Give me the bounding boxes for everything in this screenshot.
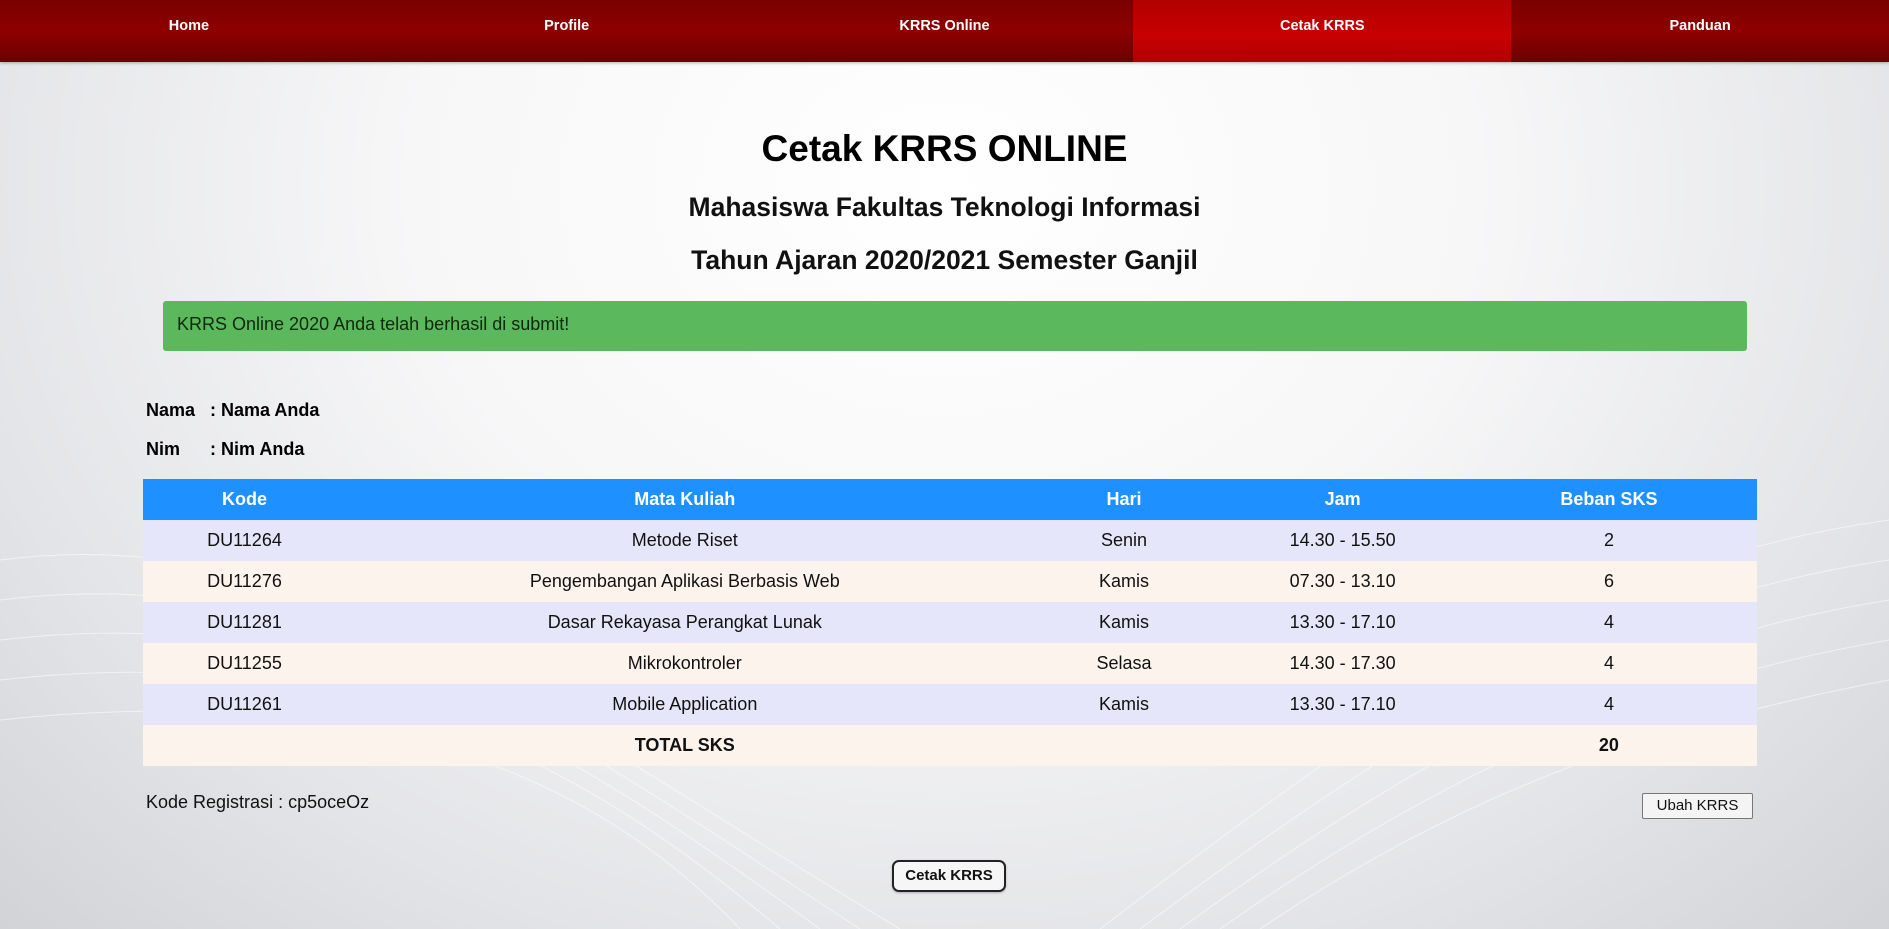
student-name-value: : Nama Anda bbox=[210, 400, 320, 420]
table-row: DU11261 Mobile Application Kamis 13.30 -… bbox=[143, 684, 1757, 725]
page-title: Cetak KRRS ONLINE bbox=[761, 128, 1128, 169]
nav-home[interactable]: Home bbox=[0, 0, 378, 62]
registration-code: Kode Registrasi : cp5oceOz bbox=[146, 792, 370, 812]
cetak-krrs-button[interactable]: Cetak KRRS bbox=[892, 860, 1006, 892]
cell-empty bbox=[143, 725, 346, 766]
header-hari: Hari bbox=[1023, 479, 1225, 520]
cell-hari: Kamis bbox=[1023, 561, 1225, 602]
cell-jam: 07.30 - 13.10 bbox=[1224, 561, 1461, 602]
cell-kode: DU11255 bbox=[143, 643, 346, 684]
header-mata-kuliah: Mata Kuliah bbox=[345, 479, 1024, 520]
nav-krrs-online[interactable]: KRRS Online bbox=[756, 0, 1134, 62]
cell-hari: Senin bbox=[1023, 520, 1225, 561]
cell-hari: Selasa bbox=[1023, 643, 1225, 684]
table-row: DU11276 Pengembangan Aplikasi Berbasis W… bbox=[143, 561, 1757, 602]
nav-profile[interactable]: Profile bbox=[378, 0, 756, 62]
cell-kode: DU11276 bbox=[143, 561, 346, 602]
cell-kode: DU11261 bbox=[143, 684, 346, 725]
cell-kode: DU11264 bbox=[143, 520, 346, 561]
cell-hari: Kamis bbox=[1023, 684, 1225, 725]
cell-jam: 14.30 - 17.30 bbox=[1224, 643, 1461, 684]
student-nim-value: : Nim Anda bbox=[210, 439, 305, 459]
cell-sks: 4 bbox=[1460, 602, 1757, 643]
ubah-krrs-button[interactable]: Ubah KRRS bbox=[1642, 793, 1753, 819]
page-subtitle-year: Tahun Ajaran 2020/2021 Semester Ganjil bbox=[691, 245, 1198, 275]
table-row: DU11264 Metode Riset Senin 14.30 - 15.50… bbox=[143, 520, 1757, 561]
table-row: DU11255 Mikrokontroler Selasa 14.30 - 17… bbox=[143, 643, 1757, 684]
cell-jam: 13.30 - 17.10 bbox=[1224, 602, 1461, 643]
total-sks-label: TOTAL SKS bbox=[345, 725, 1024, 766]
header-jam: Jam bbox=[1224, 479, 1461, 520]
cell-kode: DU11281 bbox=[143, 602, 346, 643]
success-alert: KRRS Online 2020 Anda telah berhasil di … bbox=[163, 301, 1747, 351]
cell-mata-kuliah: Metode Riset bbox=[345, 520, 1024, 561]
cell-jam: 13.30 - 17.10 bbox=[1224, 684, 1461, 725]
header-kode: Kode bbox=[143, 479, 346, 520]
student-nim-label: Nim bbox=[146, 439, 181, 459]
nav-cetak-krrs[interactable]: Cetak KRRS bbox=[1133, 0, 1512, 62]
table-total-row: TOTAL SKS 20 bbox=[143, 725, 1757, 766]
cell-sks: 2 bbox=[1460, 520, 1757, 561]
cell-mata-kuliah: Pengembangan Aplikasi Berbasis Web bbox=[345, 561, 1024, 602]
page-subtitle-faculty: Mahasiswa Fakultas Teknologi Informasi bbox=[688, 192, 1201, 222]
krrs-table: Kode Mata Kuliah Hari Jam Beban SKS DU11… bbox=[143, 479, 1757, 766]
cell-mata-kuliah: Dasar Rekayasa Perangkat Lunak bbox=[345, 602, 1024, 643]
cell-mata-kuliah: Mobile Application bbox=[345, 684, 1024, 725]
total-sks-value: 20 bbox=[1460, 725, 1757, 766]
main-content: Cetak KRRS ONLINE Mahasiswa Fakultas Tek… bbox=[0, 62, 1889, 929]
student-name-label: Nama bbox=[146, 400, 196, 420]
top-navbar: Home Profile KRRS Online Cetak KRRS Pand… bbox=[0, 0, 1889, 62]
table-row: DU11281 Dasar Rekayasa Perangkat Lunak K… bbox=[143, 602, 1757, 643]
cell-empty bbox=[1023, 725, 1225, 766]
nav-panduan[interactable]: Panduan bbox=[1511, 0, 1889, 62]
student-name-row: Nama : Nama Anda bbox=[146, 400, 319, 421]
cell-sks: 4 bbox=[1460, 684, 1757, 725]
cell-sks: 4 bbox=[1460, 643, 1757, 684]
table-header-row: Kode Mata Kuliah Hari Jam Beban SKS bbox=[143, 479, 1757, 520]
cell-empty bbox=[1224, 725, 1461, 766]
cell-jam: 14.30 - 15.50 bbox=[1224, 520, 1461, 561]
cell-sks: 6 bbox=[1460, 561, 1757, 602]
cell-hari: Kamis bbox=[1023, 602, 1225, 643]
student-nim-row: Nim : Nim Anda bbox=[146, 439, 304, 460]
header-beban-sks: Beban SKS bbox=[1460, 479, 1757, 520]
cell-mata-kuliah: Mikrokontroler bbox=[345, 643, 1024, 684]
